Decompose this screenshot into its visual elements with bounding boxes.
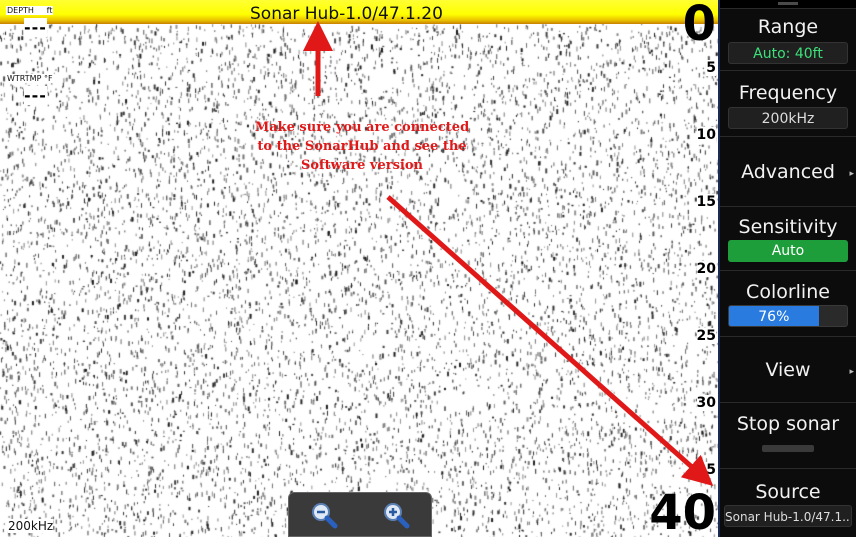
- stop-sonar-toggle[interactable]: [762, 445, 814, 452]
- view-label: View: [765, 359, 811, 381]
- colorline-label: Colorline: [746, 281, 830, 303]
- colorline-value: 76%: [758, 309, 790, 325]
- source-label: Source: [755, 481, 821, 503]
- range-value: Auto: 40ft: [728, 42, 848, 64]
- chevron-right-icon: ▸: [849, 367, 854, 377]
- sidebar-handle[interactable]: [720, 0, 856, 8]
- chevron-right-icon: ▸: [849, 169, 854, 179]
- range-label: Range: [757, 16, 819, 38]
- annotation-arrows: [303, 21, 714, 486]
- menu-item-frequency[interactable]: Frequency 200kHz: [720, 70, 856, 136]
- zoom-in-icon[interactable]: [381, 501, 411, 531]
- arrow-to-source: [386, 195, 714, 486]
- frequency-label: Frequency: [738, 82, 838, 104]
- sonar-menu-sidebar: Range Auto: 40ft Frequency 200kHz Advanc…: [718, 0, 856, 537]
- sensitivity-value[interactable]: Auto: [728, 240, 848, 262]
- sonar-view[interactable]: Sonar Hub-1.0/47.1.20 DEPTH ft --- WTRTM…: [0, 0, 718, 537]
- menu-item-source[interactable]: Source Sonar Hub-1.0/47.1...: [720, 468, 856, 537]
- menu-item-range[interactable]: Range Auto: 40ft: [720, 8, 856, 70]
- advanced-label: Advanced: [741, 161, 835, 183]
- stop-sonar-label: Stop sonar: [736, 413, 840, 435]
- zoom-out-icon[interactable]: [309, 501, 339, 531]
- zoom-controls: [288, 492, 432, 537]
- source-value: Sonar Hub-1.0/47.1...: [724, 505, 852, 527]
- frequency-value: 200kHz: [728, 107, 848, 129]
- menu-item-view[interactable]: View ▸: [720, 336, 856, 402]
- menu-item-sensitivity[interactable]: Sensitivity Auto: [720, 206, 856, 270]
- menu-item-colorline[interactable]: Colorline 76%: [720, 270, 856, 336]
- menu-item-advanced[interactable]: Advanced ▸: [720, 136, 856, 206]
- menu-item-stop-sonar[interactable]: Stop sonar: [720, 402, 856, 468]
- sensitivity-label: Sensitivity: [738, 216, 838, 238]
- colorline-slider[interactable]: 76%: [728, 305, 848, 327]
